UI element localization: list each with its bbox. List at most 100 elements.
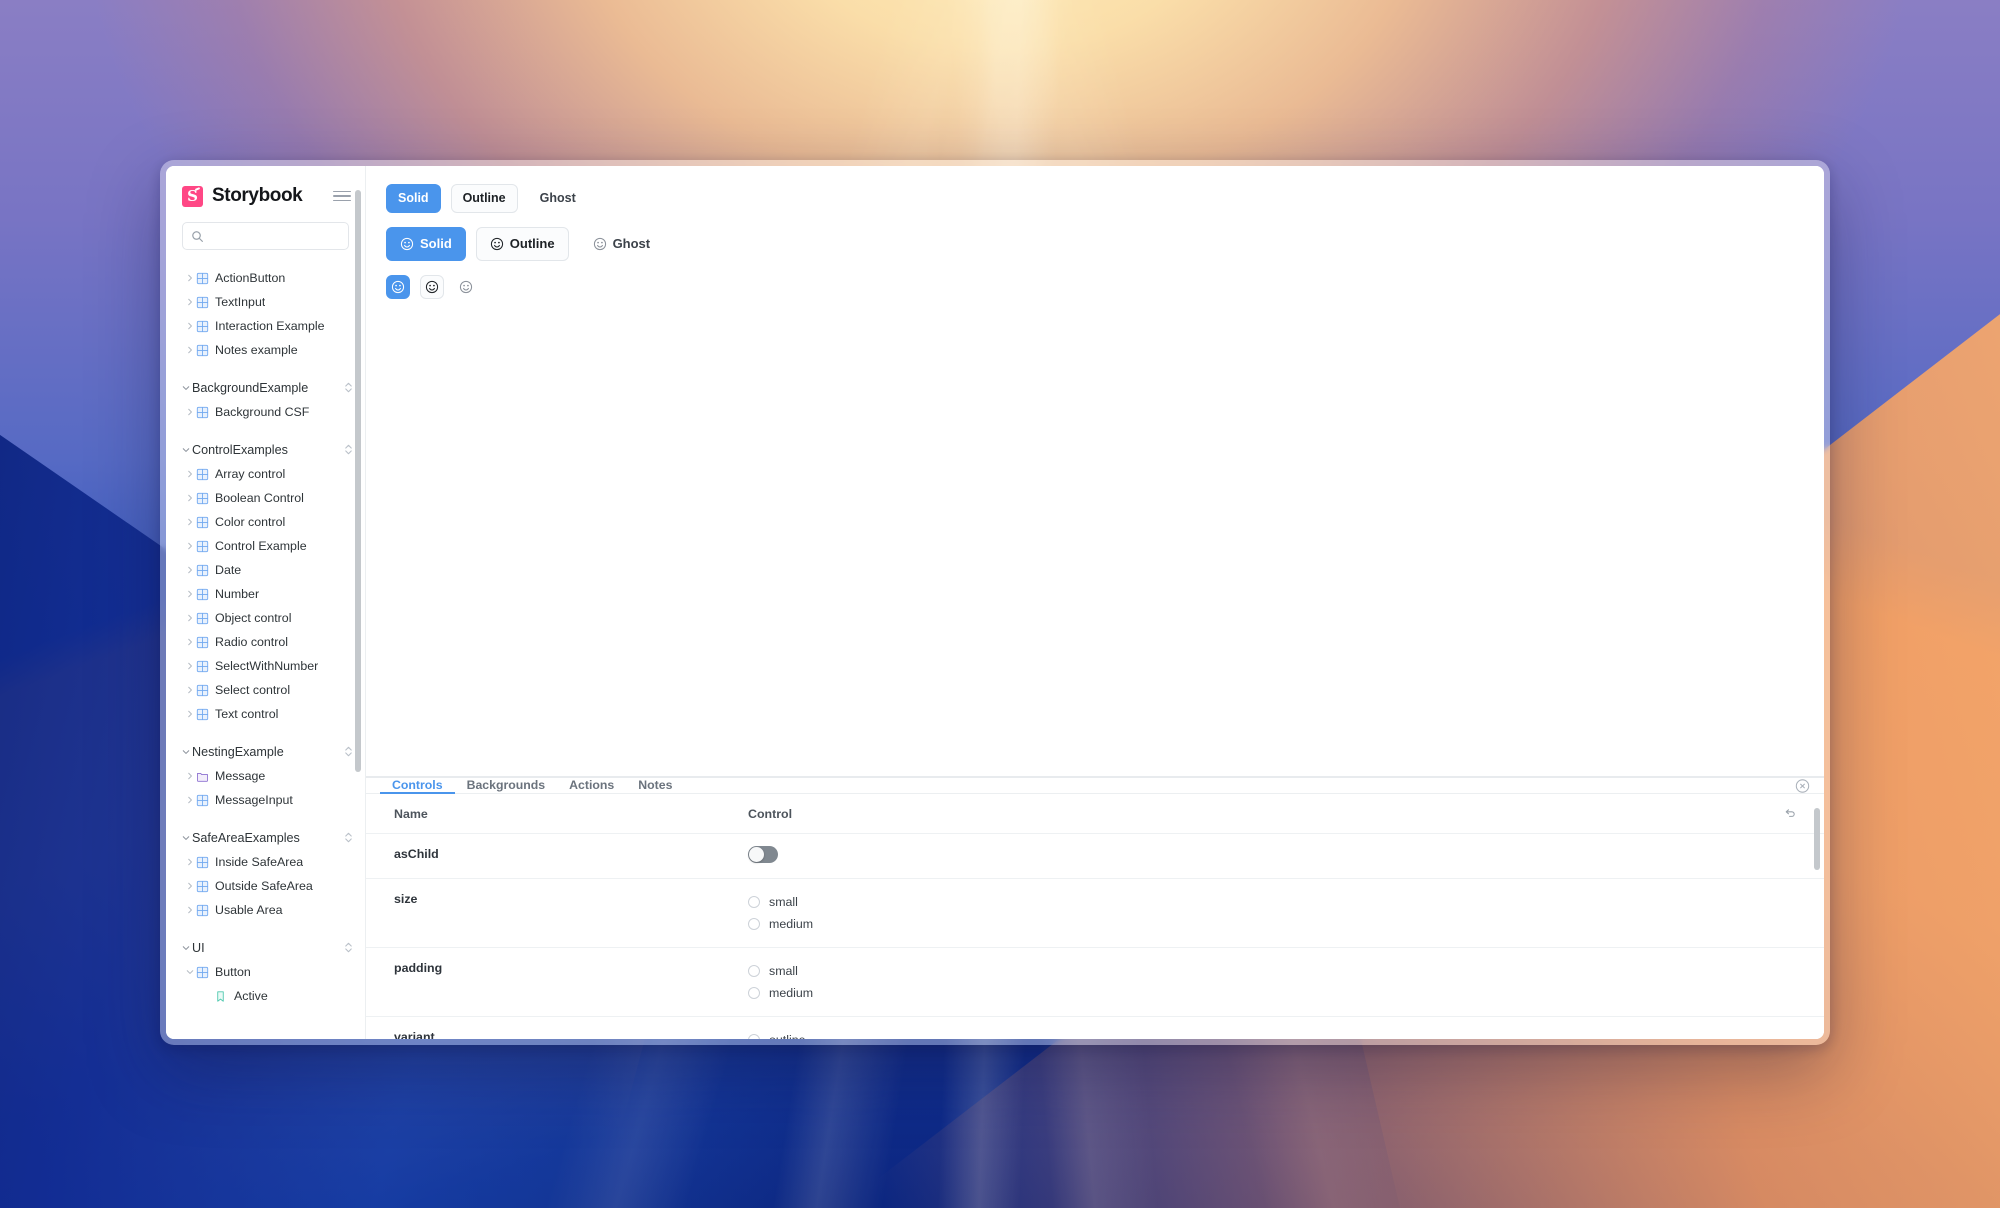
chevron-right-icon (188, 796, 192, 804)
chevron-right-icon (188, 542, 192, 550)
radio-padding-small[interactable]: small (748, 960, 1810, 982)
sidebar-item-select-control[interactable]: Select control (166, 678, 365, 702)
smiley-icon (490, 237, 503, 250)
chevron-right-icon (184, 298, 196, 306)
component-icon (196, 564, 209, 577)
chevron-down-icon (180, 748, 192, 756)
sidebar-item-radio-control[interactable]: Radio control (166, 630, 365, 654)
sidebar-root-controlexamples[interactable]: ControlExamples (166, 438, 365, 462)
tab-actions[interactable]: Actions (557, 778, 626, 794)
component-icon (196, 344, 209, 357)
sidebar-root-nestingexample[interactable]: NestingExample (166, 740, 365, 764)
ghost-ghost-button[interactable]: Ghost (579, 227, 665, 261)
radio-size-medium[interactable]: medium (748, 913, 1810, 935)
story-icon (214, 990, 227, 1003)
radio-label: outline (769, 1033, 806, 1039)
sidebar-item-interaction-example[interactable]: Interaction Example (166, 314, 365, 338)
sidebar-item-boolean-control[interactable]: Boolean Control (166, 486, 365, 510)
sidebar-item-button[interactable]: Button (166, 960, 365, 984)
icon-outline-button[interactable] (420, 274, 444, 299)
sidebar-item-message[interactable]: Message (166, 764, 365, 788)
tab-controls[interactable]: Controls (380, 778, 455, 794)
sidebar-item-notes-example[interactable]: Notes example (166, 338, 365, 362)
sidebar-item-text-control[interactable]: Text control (166, 702, 365, 726)
chevron-down-icon (182, 386, 190, 390)
reset-controls-button[interactable] (1770, 807, 1810, 821)
ghost-ghost-button[interactable]: Ghost (528, 184, 588, 213)
sidebar-item-color-control[interactable]: Color control (166, 510, 365, 534)
sidebar-item-label: Notes example (215, 343, 298, 357)
sort-icon[interactable] (344, 381, 353, 394)
close-circle-icon[interactable] (1795, 778, 1810, 793)
sidebar-scrollbar[interactable] (355, 178, 361, 1031)
chevron-right-icon (188, 906, 192, 914)
sidebar-item-messageinput[interactable]: MessageInput (166, 788, 365, 812)
solid-solid-button[interactable]: Solid (386, 226, 466, 261)
solid-solid-button[interactable]: Solid (386, 184, 441, 213)
sidebar-item-actionbutton[interactable]: ActionButton (166, 266, 365, 290)
sidebar: S Storybook ActionButton TextInput Inter… (166, 166, 366, 1039)
button-label: Ghost (612, 236, 651, 251)
chevron-down-icon (180, 384, 192, 392)
sidebar-item-date[interactable]: Date (166, 558, 365, 582)
sidebar-item-background-csf[interactable]: Background CSF (166, 400, 365, 424)
control-name: variant (394, 1030, 435, 1039)
radio-variant-outline[interactable]: outline (748, 1029, 1810, 1039)
component-icon (196, 588, 209, 600)
sidebar-item-label: Control Example (215, 539, 307, 553)
sort-icon[interactable] (344, 831, 353, 844)
sort-icon[interactable] (344, 443, 353, 457)
sidebar-item-textinput[interactable]: TextInput (166, 290, 365, 314)
sort-icon[interactable] (344, 941, 353, 954)
icon-solid-button[interactable] (386, 274, 410, 299)
panel-scrollbar-thumb[interactable] (1814, 808, 1820, 870)
sidebar-item-object-control[interactable]: Object control (166, 606, 365, 630)
sort-icon[interactable] (344, 941, 353, 955)
sidebar-item-label: Usable Area (215, 903, 283, 917)
sort-icon[interactable] (344, 831, 353, 845)
sort-icon[interactable] (344, 745, 353, 759)
sidebar-item-active[interactable]: Active (166, 984, 365, 1008)
sort-icon[interactable] (344, 745, 353, 758)
sidebar-item-usable-area[interactable]: Usable Area (166, 898, 365, 922)
icon-ghost-button[interactable] (454, 275, 478, 299)
smiley-icon (400, 237, 414, 250)
radio-size-small[interactable]: small (748, 891, 1810, 913)
sidebar-scrollbar-thumb[interactable] (355, 190, 361, 772)
sidebar-item-selectwithnumber[interactable]: SelectWithNumber (166, 654, 365, 678)
search-box[interactable] (182, 222, 349, 250)
sidebar-root-ui[interactable]: UI (166, 936, 365, 960)
tab-backgrounds[interactable]: Backgrounds (455, 778, 558, 794)
sidebar-root-backgroundexample[interactable]: BackgroundExample (166, 376, 365, 400)
addons-tabbar: Controls Backgrounds Actions Notes (366, 778, 1824, 794)
sidebar-item-label: Date (215, 563, 242, 577)
smiley-icon (459, 280, 473, 293)
component-icon (196, 856, 209, 868)
sidebar-item-inside-safearea[interactable]: Inside SafeArea (166, 850, 365, 874)
outline-outline-button[interactable]: Outline (450, 184, 518, 213)
sort-icon[interactable] (344, 381, 353, 395)
tab-notes[interactable]: Notes (626, 778, 684, 794)
addons-panel: Controls Backgrounds Actions Notes Name Con… (366, 777, 1824, 1039)
controls-rows: asChild size small medium padding small medium… (366, 834, 1824, 1039)
sidebar-item-control-example[interactable]: Control Example (166, 534, 365, 558)
component-icon (196, 880, 209, 892)
sidebar-item-outside-safearea[interactable]: Outside SafeArea (166, 874, 365, 898)
radio-dot-icon (748, 918, 760, 930)
sidebar-item-number[interactable]: Number (166, 582, 365, 606)
sidebar-root-label: SafeAreaExamples (192, 831, 300, 845)
outline-outline-button[interactable]: Outline (475, 226, 569, 261)
sidebar-root-safeareaexamples[interactable]: SafeAreaExamples (166, 826, 365, 850)
search-icon (192, 230, 203, 242)
toggle-asChild[interactable] (748, 846, 778, 863)
radio-padding-medium[interactable]: medium (748, 982, 1810, 1004)
panel-scrollbar[interactable] (1814, 808, 1820, 1035)
sort-icon[interactable] (344, 443, 353, 456)
radio-label: small (769, 964, 798, 978)
chevron-right-icon (188, 298, 192, 306)
search-input[interactable] (210, 229, 340, 243)
hamburger-icon[interactable] (333, 187, 351, 205)
search-container (166, 210, 365, 250)
sidebar-item-array-control[interactable]: Array control (166, 462, 365, 486)
